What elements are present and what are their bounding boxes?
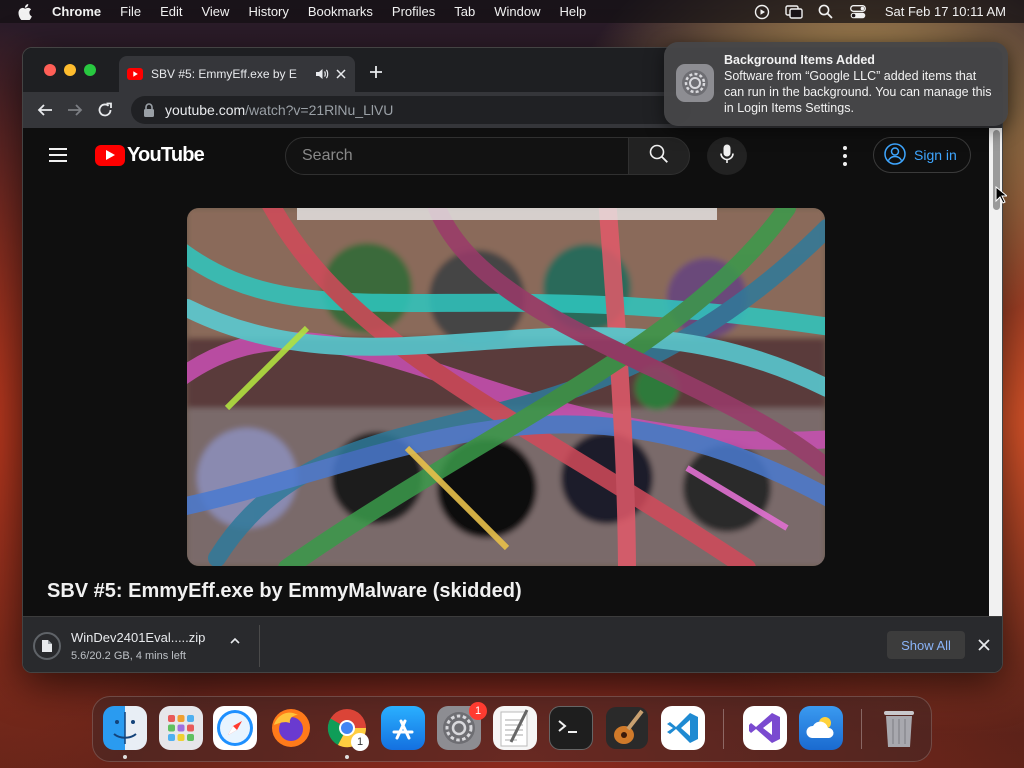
reload-icon[interactable] xyxy=(97,102,113,118)
firefox-icon[interactable] xyxy=(269,706,313,750)
screen-mirroring-icon[interactable] xyxy=(785,4,803,20)
voice-search-button[interactable] xyxy=(707,137,747,175)
chrome-window: SBV #5: EmmyEff.exe by E youtube.com/wat xyxy=(22,47,1003,673)
new-tab-icon[interactable] xyxy=(369,65,383,79)
tab-close-icon[interactable] xyxy=(335,68,347,80)
menu-bar-status-area: Sat Feb 17 10:11 AM xyxy=(753,0,1006,23)
chrome-download-badge: 1 xyxy=(351,733,369,751)
window-minimize-button[interactable] xyxy=(64,64,76,76)
dock-separator xyxy=(723,709,724,749)
menu-tab[interactable]: Tab xyxy=(454,4,475,19)
launchpad-icon[interactable] xyxy=(159,706,203,750)
download-filename: WinDev2401Eval.....zip xyxy=(71,630,206,645)
address-bar[interactable]: youtube.com/watch?v=21RlNu_LlVU xyxy=(131,96,691,124)
app-store-icon[interactable] xyxy=(381,706,425,750)
apple-icon[interactable] xyxy=(18,3,34,20)
menu-bar-clock[interactable]: Sat Feb 17 10:11 AM xyxy=(885,4,1006,19)
video-player[interactable] xyxy=(187,208,825,566)
system-settings-gear-icon xyxy=(676,64,714,102)
visual-studio-icon[interactable] xyxy=(743,706,787,750)
dock-separator-trash xyxy=(861,709,862,749)
trash-icon[interactable] xyxy=(877,706,921,750)
download-status: 5.6/20.2 GB, 4 mins left xyxy=(71,650,186,662)
menu-view[interactable]: View xyxy=(201,4,229,19)
mouse-pointer-icon xyxy=(995,185,1009,204)
notification-title: Background Items Added xyxy=(724,53,875,67)
search-button[interactable] xyxy=(628,137,690,175)
forward-arrow-icon[interactable] xyxy=(67,102,83,118)
now-playing-icon[interactable] xyxy=(753,4,771,20)
dock: 1 1 xyxy=(92,696,932,762)
youtube-favicon-icon xyxy=(127,68,143,80)
background-items-notification[interactable]: Background Items Added Software from “Go… xyxy=(664,42,1008,126)
close-download-shelf-icon[interactable] xyxy=(977,638,991,652)
control-center-icon[interactable] xyxy=(849,4,867,20)
youtube-page: YouTube Sign in xyxy=(23,128,989,616)
menu-app-name[interactable]: Chrome xyxy=(52,4,101,19)
menu-file[interactable]: File xyxy=(120,4,141,19)
chevron-up-icon[interactable] xyxy=(228,633,242,644)
video-title: SBV #5: EmmyEff.exe by EmmyMalware (skid… xyxy=(47,580,522,602)
more-options-icon[interactable] xyxy=(837,146,853,166)
search-box[interactable] xyxy=(285,137,629,175)
lock-icon[interactable] xyxy=(143,103,155,117)
back-arrow-icon[interactable] xyxy=(37,102,53,118)
menu-profiles[interactable]: Profiles xyxy=(392,4,435,19)
menu-bookmarks[interactable]: Bookmarks xyxy=(308,4,373,19)
youtube-logo-text: YouTube xyxy=(127,143,205,166)
safari-icon[interactable] xyxy=(213,706,257,750)
download-item[interactable]: WinDev2401Eval.....zip 5.6/20.2 GB, 4 mi… xyxy=(33,625,259,667)
spotlight-search-icon[interactable] xyxy=(817,4,835,20)
account-circle-icon xyxy=(884,142,906,168)
video-frame-image xyxy=(187,208,825,566)
youtube-header: YouTube Sign in xyxy=(23,128,989,184)
menu-window[interactable]: Window xyxy=(494,4,540,19)
notification-body: Software from “Google LLC” added items t… xyxy=(724,69,992,115)
tab-audio-playing-icon[interactable] xyxy=(315,68,329,80)
search-icon xyxy=(649,144,669,169)
url-path: /watch?v=21RlNu_LlVU xyxy=(245,102,394,118)
menu-history[interactable]: History xyxy=(248,4,288,19)
search-input[interactable] xyxy=(302,147,628,165)
tab-title: SBV #5: EmmyEff.exe by E xyxy=(151,67,297,81)
menu-edit[interactable]: Edit xyxy=(160,4,182,19)
system-settings-badge: 1 xyxy=(469,702,487,720)
menu-help[interactable]: Help xyxy=(560,4,587,19)
url-host: youtube.com xyxy=(165,102,246,118)
browser-tab-active[interactable]: SBV #5: EmmyEff.exe by E xyxy=(119,56,355,92)
menu-bar: Chrome File Edit View History Bookmarks … xyxy=(0,0,1024,23)
window-zoom-button[interactable] xyxy=(84,64,96,76)
youtube-logo[interactable]: YouTube xyxy=(95,143,205,166)
textedit-icon[interactable] xyxy=(493,706,537,750)
window-close-button[interactable] xyxy=(44,64,56,76)
guide-menu-icon[interactable] xyxy=(49,148,67,162)
terminal-icon[interactable] xyxy=(549,706,593,750)
show-all-button[interactable]: Show All xyxy=(887,631,965,659)
finder-running-indicator xyxy=(123,755,127,759)
vscode-icon[interactable] xyxy=(661,706,705,750)
file-download-icon xyxy=(33,632,61,660)
finder-icon[interactable] xyxy=(103,706,147,750)
sign-in-button[interactable]: Sign in xyxy=(873,137,971,173)
download-shelf: WinDev2401Eval.....zip 5.6/20.2 GB, 4 mi… xyxy=(23,616,1002,672)
download-divider xyxy=(259,625,260,667)
weather-icon[interactable] xyxy=(799,706,843,750)
sign-in-label: Sign in xyxy=(914,147,957,163)
chrome-running-indicator xyxy=(345,755,349,759)
microphone-icon xyxy=(720,144,734,169)
garageband-icon[interactable] xyxy=(605,706,649,750)
youtube-play-logo-icon xyxy=(95,144,125,166)
